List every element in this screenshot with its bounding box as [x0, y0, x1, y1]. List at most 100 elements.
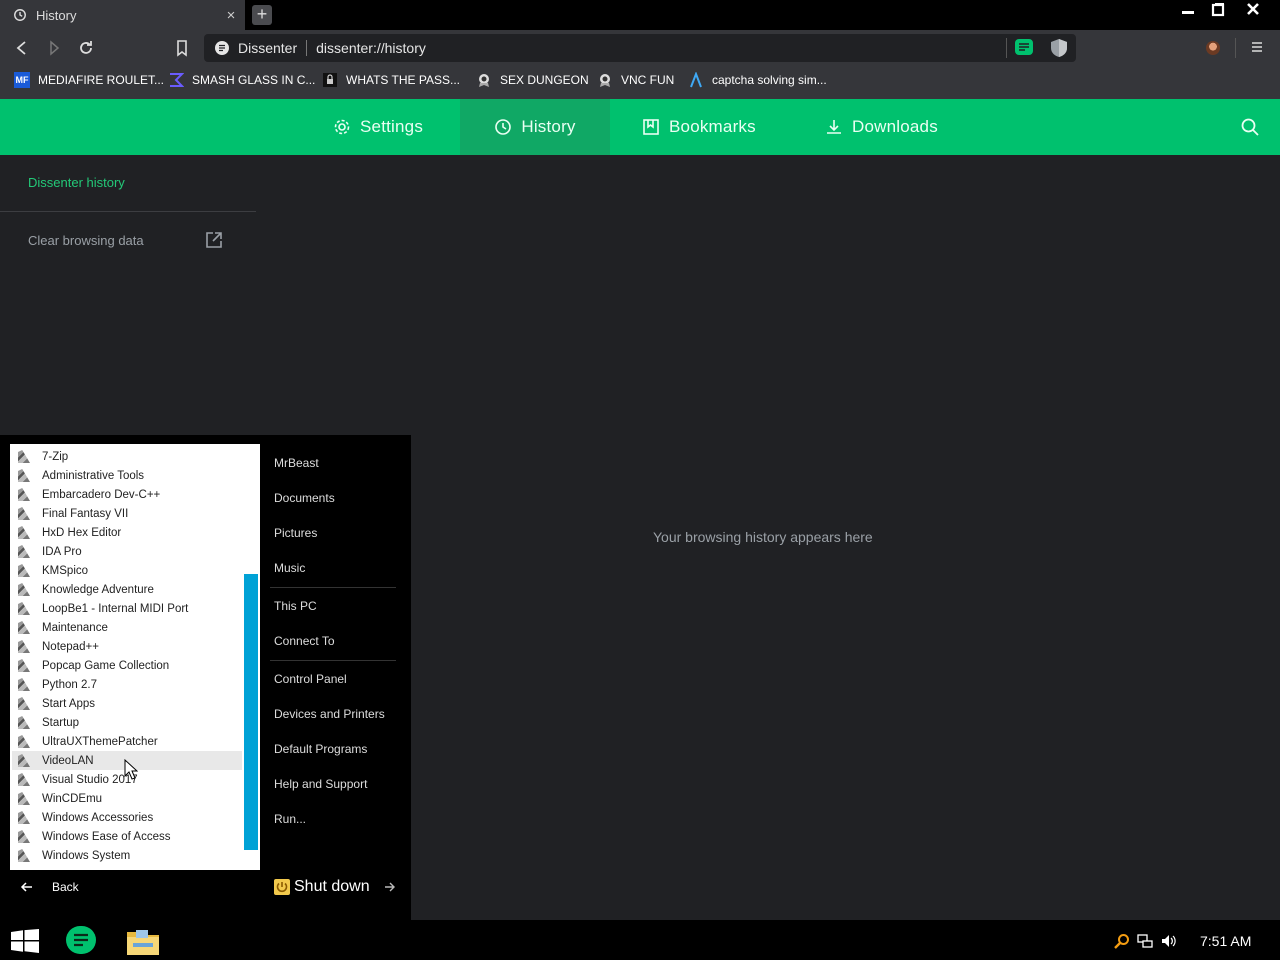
- start-app-item[interactable]: Windows Accessories: [12, 808, 242, 827]
- taskbar-clock[interactable]: 7:51 AM: [1200, 933, 1251, 949]
- start-app-item[interactable]: 7-Zip: [12, 447, 242, 466]
- bookmark-smash-glass[interactable]: SMASH GLASS IN C...: [168, 66, 315, 94]
- start-app-label: WinCDEmu: [42, 792, 103, 805]
- start-app-item[interactable]: KMSpico: [12, 561, 242, 580]
- app-list-scrollbar[interactable]: [244, 574, 258, 850]
- omnibox-url[interactable]: dissenter://history: [316, 40, 426, 56]
- hamburger-menu-icon[interactable]: [1250, 40, 1264, 54]
- start-app-label: Startup: [42, 716, 80, 729]
- bookmark-mediafire[interactable]: MF MEDIAFIRE ROULET...: [14, 66, 164, 94]
- bookmark-captcha[interactable]: captcha solving sim...: [688, 66, 827, 94]
- tab-bookmarks-label: Bookmarks: [669, 117, 756, 136]
- tab-history-active[interactable]: History: [460, 99, 610, 155]
- restore-icon[interactable]: [1201, 0, 1235, 26]
- program-folder-icon: [18, 773, 30, 786]
- shutdown-button[interactable]: Shut down: [274, 878, 396, 896]
- start-place-pictures[interactable]: Pictures: [274, 526, 317, 540]
- start-app-item[interactable]: IDA Pro: [12, 542, 242, 561]
- minimize-icon[interactable]: [1171, 0, 1205, 26]
- bookmark-vnc-fun[interactable]: VNC FUN: [597, 66, 674, 94]
- search-tray-icon[interactable]: [1114, 933, 1130, 949]
- program-folder-icon: [18, 849, 30, 862]
- reload-icon[interactable]: [76, 38, 96, 58]
- program-folder-icon: [18, 507, 30, 520]
- start-place-user[interactable]: MrBeast: [274, 456, 319, 470]
- tab-downloads[interactable]: Downloads: [825, 99, 938, 155]
- shutdown-options-arrow-icon[interactable]: [384, 881, 396, 893]
- start-back-button[interactable]: Back: [20, 880, 79, 894]
- start-app-item[interactable]: HxD Hex Editor: [12, 523, 242, 542]
- tab-bookmarks[interactable]: Bookmarks: [642, 99, 756, 155]
- start-app-label: Knowledge Adventure: [42, 583, 154, 596]
- mediafire-icon: MF: [14, 72, 30, 88]
- start-app-label: Python 2.7: [42, 678, 97, 691]
- start-app-item[interactable]: Python 2.7: [12, 675, 242, 694]
- forward-arrow-icon[interactable]: [44, 38, 64, 58]
- windows-start-icon[interactable]: [11, 929, 39, 953]
- start-place-this-pc[interactable]: This PC: [274, 599, 317, 613]
- shield-icon[interactable]: [1051, 39, 1067, 57]
- mouse-cursor-icon: [124, 759, 138, 780]
- tab-close-icon[interactable]: ×: [217, 7, 245, 24]
- dissenter-taskbar-icon[interactable]: [65, 926, 97, 954]
- start-app-item[interactable]: Maintenance: [12, 618, 242, 637]
- start-app-label: Notepad++: [42, 640, 99, 653]
- network-icon[interactable]: [1137, 933, 1153, 949]
- file-explorer-icon[interactable]: [126, 926, 160, 956]
- close-window-icon[interactable]: [1236, 0, 1270, 26]
- start-app-item[interactable]: Knowledge Adventure: [12, 580, 242, 599]
- search-icon[interactable]: [1240, 117, 1260, 137]
- start-place-devices-printers[interactable]: Devices and Printers: [274, 707, 385, 721]
- start-app-label: VideoLAN: [42, 754, 94, 767]
- badge-icon: [479, 74, 489, 87]
- start-app-item[interactable]: Windows System: [12, 846, 242, 865]
- dissenter-comments-icon[interactable]: [1015, 39, 1033, 55]
- volume-icon[interactable]: [1161, 933, 1177, 949]
- start-place-music[interactable]: Music: [274, 561, 305, 575]
- start-app-item[interactable]: WinCDEmu: [12, 789, 242, 808]
- bookmark-whats-the-pass[interactable]: WHATS THE PASS...: [322, 66, 460, 94]
- bookmark-label: SMASH GLASS IN C...: [192, 73, 316, 87]
- start-place-help-support[interactable]: Help and Support: [274, 777, 367, 791]
- start-app-item[interactable]: Startup: [12, 713, 242, 732]
- back-arrow-icon[interactable]: [12, 38, 32, 58]
- page-header: [0, 99, 1280, 155]
- history-icon: [495, 119, 512, 135]
- back-label: Back: [52, 880, 79, 894]
- start-app-label: Windows Accessories: [42, 811, 154, 824]
- start-place-run[interactable]: Run...: [274, 812, 306, 826]
- profile-avatar[interactable]: [1206, 41, 1220, 55]
- start-place-documents[interactable]: Documents: [274, 491, 335, 505]
- dissenter-site-icon: [215, 41, 229, 55]
- bookmark-sex-dungeon[interactable]: SEX DUNGEON: [476, 66, 589, 94]
- program-folder-icon: [18, 545, 30, 558]
- tab-title: History: [36, 7, 77, 23]
- bookmark-label: SEX DUNGEON: [500, 73, 589, 87]
- gear-icon: [334, 119, 350, 135]
- program-folder-icon: [18, 469, 30, 482]
- start-app-item[interactable]: Notepad++: [12, 637, 242, 656]
- start-app-label: UltraUXThemePatcher: [42, 735, 158, 748]
- tab-history[interactable]: History ×: [0, 0, 245, 30]
- start-app-item[interactable]: Administrative Tools: [12, 466, 242, 485]
- start-place-default-programs[interactable]: Default Programs: [274, 742, 367, 756]
- clear-browsing-data-link[interactable]: Clear browsing data: [28, 233, 144, 248]
- start-place-control-panel[interactable]: Control Panel: [274, 672, 347, 686]
- start-place-connect-to[interactable]: Connect To: [274, 634, 335, 648]
- sidebar-history-link[interactable]: Dissenter history: [28, 175, 125, 190]
- start-app-item[interactable]: Popcap Game Collection: [12, 656, 242, 675]
- shutdown-icon: [274, 879, 290, 895]
- start-app-item[interactable]: UltraUXThemePatcher: [12, 732, 242, 751]
- program-folder-icon: [18, 640, 30, 653]
- start-app-item[interactable]: Final Fantasy VII: [12, 504, 242, 523]
- start-app-item[interactable]: LoopBe1 - Internal MIDI Port: [12, 599, 242, 618]
- start-app-item[interactable]: Embarcadero Dev-C++: [12, 485, 242, 504]
- external-link-icon[interactable]: [205, 231, 223, 249]
- new-tab-button[interactable]: +: [252, 5, 272, 25]
- bookmark-page-icon[interactable]: [172, 38, 192, 58]
- address-bar[interactable]: Dissenter dissenter://history: [204, 34, 1076, 62]
- tab-settings[interactable]: Settings: [333, 99, 423, 155]
- start-app-item[interactable]: Windows Ease of Access: [12, 827, 242, 846]
- start-app-item[interactable]: Start Apps: [12, 694, 242, 713]
- bookmark-label: WHATS THE PASS...: [346, 73, 461, 87]
